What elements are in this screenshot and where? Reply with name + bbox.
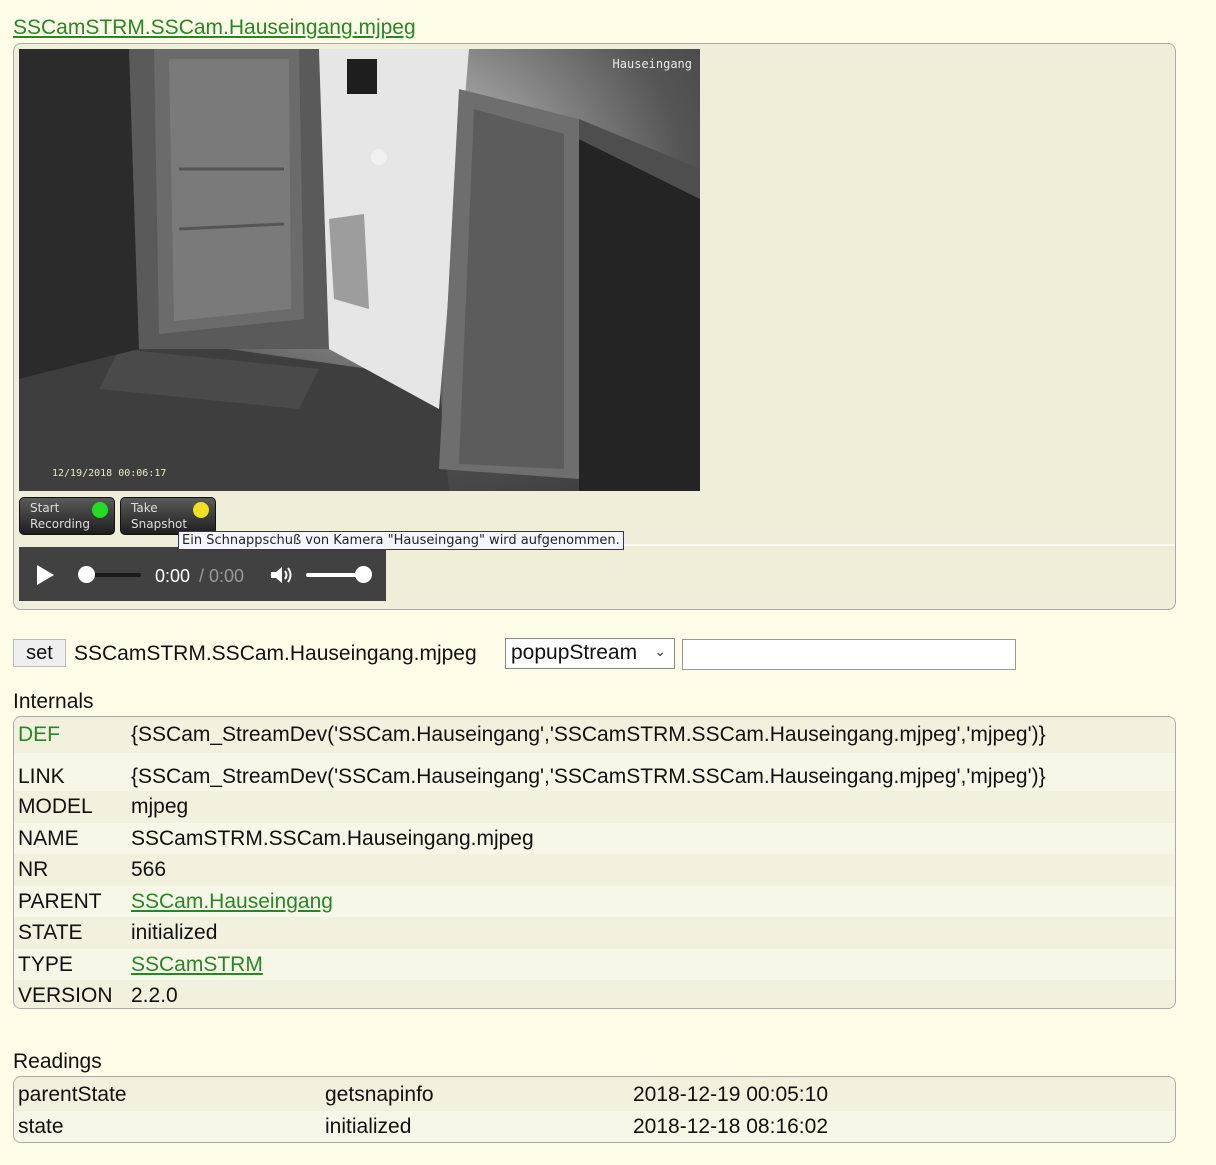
internal-key: NAME [18, 826, 79, 850]
table-row: TYPE SSCamSTRM [14, 948, 1175, 980]
set-command-selected: popupStream [511, 641, 638, 664]
set-button[interactable]: set [13, 639, 66, 667]
table-row: VERSION 2.2.0 [14, 980, 1175, 1008]
internal-value: SSCamSTRM.SSCam.Hauseingang.mjpeg [131, 826, 534, 850]
table-row: state initialized 2018-12-18 08:16:02 [14, 1111, 1175, 1142]
take-snapshot-button[interactable]: Take Snapshot [120, 497, 216, 535]
internal-key: STATE [18, 921, 83, 944]
parent-link[interactable]: SSCam.Hauseingang [131, 890, 333, 914]
chevron-down-icon: ⌄ [654, 643, 666, 659]
table-row: parentState getsnapinfo 2018-12-19 00:05… [14, 1079, 1175, 1111]
start-recording-button[interactable]: Start Recording [19, 497, 115, 535]
table-row: DEF {SSCam_StreamDev('SSCam.Hauseingang'… [14, 719, 1175, 753]
reading-time: 2018-12-19 00:05:10 [633, 1083, 828, 1106]
internal-value: {SSCam_StreamDev('SSCam.Hauseingang','SS… [131, 723, 1046, 746]
audio-player: 0:00 / 0:00 [19, 547, 386, 601]
camera-image: Hauseingang 12/19/2018 00:06:17 [19, 49, 700, 491]
internals-heading: Internals [13, 690, 94, 713]
internal-key: MODEL [18, 795, 93, 818]
set-device-name: SSCamSTRM.SSCam.Hauseingang.mjpeg [74, 642, 477, 665]
stream-panel: Hauseingang 12/19/2018 00:06:17 Start Re… [13, 43, 1176, 610]
table-row: NR 566 [14, 854, 1175, 886]
reading-name: state [18, 1115, 64, 1138]
internal-key: NR [18, 858, 49, 881]
table-row: MODEL mjpeg [14, 791, 1175, 823]
internal-key: TYPE [18, 952, 73, 976]
internal-value: 2.2.0 [131, 984, 178, 1007]
table-row: NAME SSCamSTRM.SSCam.Hauseingang.mjpeg [14, 822, 1175, 854]
internal-key-def[interactable]: DEF [18, 723, 60, 747]
snapshot-status-led-icon [193, 502, 209, 518]
take-snapshot-label-line2: Snapshot [131, 517, 188, 531]
internals-table: DEF {SSCam_StreamDev('SSCam.Hauseingang'… [13, 716, 1176, 1009]
internal-key: LINK [18, 765, 65, 788]
table-row: PARENT SSCam.Hauseingang [14, 885, 1175, 917]
volume-icon[interactable] [269, 565, 295, 590]
volume-handle[interactable] [355, 566, 372, 583]
camera-label: Hauseingang [612, 57, 692, 71]
page: SSCamSTRM.SSCam.Hauseingang.mjpeg Hausei… [0, 0, 1216, 1165]
device-link[interactable]: SSCamSTRM.SSCam.Hauseingang.mjpeg [13, 16, 416, 40]
reading-value: getsnapinfo [325, 1083, 434, 1106]
table-row: STATE initialized [14, 917, 1175, 949]
readings-table: parentState getsnapinfo 2018-12-19 00:05… [13, 1076, 1176, 1143]
reading-name: parentState [18, 1083, 127, 1106]
start-recording-label-line2: Recording [30, 517, 91, 531]
internal-key: VERSION [18, 984, 113, 1007]
internal-value: 566 [131, 858, 167, 881]
set-value-input[interactable] [682, 639, 1016, 670]
set-command-select[interactable]: popupStream ⌄ [505, 638, 675, 669]
play-icon[interactable] [37, 565, 54, 585]
internal-value: mjpeg [131, 795, 189, 818]
current-time: 0:00 [155, 566, 191, 586]
snapshot-tooltip: Ein Schnappschuß von Kamera "Hauseingang… [178, 531, 624, 550]
record-status-led-icon [92, 502, 108, 518]
reading-time: 2018-12-18 08:16:02 [633, 1115, 828, 1138]
internal-key: PARENT [18, 889, 102, 913]
duration: / 0:00 [199, 566, 245, 586]
table-row: LINK {SSCam_StreamDev('SSCam.Hauseingang… [14, 753, 1175, 791]
seek-handle[interactable] [78, 566, 95, 583]
camera-timestamp: 12/19/2018 00:06:17 [52, 468, 167, 479]
reading-value: initialized [325, 1115, 412, 1138]
readings-heading: Readings [13, 1050, 102, 1073]
internal-value: initialized [131, 921, 218, 944]
internal-value: {SSCam_StreamDev('SSCam.Hauseingang','SS… [131, 765, 1046, 788]
type-link[interactable]: SSCamSTRM [131, 953, 263, 977]
